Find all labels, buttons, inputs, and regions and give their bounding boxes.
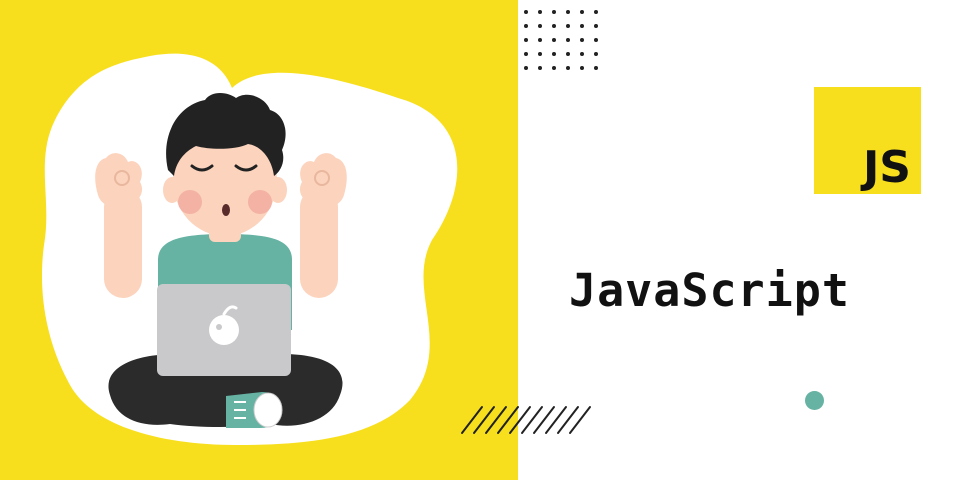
meditating-developer-illustration — [41, 53, 458, 446]
sneaker — [226, 392, 283, 428]
js-logo-text: JS — [862, 142, 911, 193]
dot-grid-decoration — [524, 10, 598, 70]
javascript-banner: JS JavaScript — [0, 0, 960, 480]
hatch-lines-decoration — [461, 406, 591, 434]
laptop-icon — [157, 284, 291, 376]
js-logo-icon: JS — [814, 87, 921, 194]
accent-dot — [805, 391, 824, 410]
page-title: JavaScript — [569, 264, 850, 317]
